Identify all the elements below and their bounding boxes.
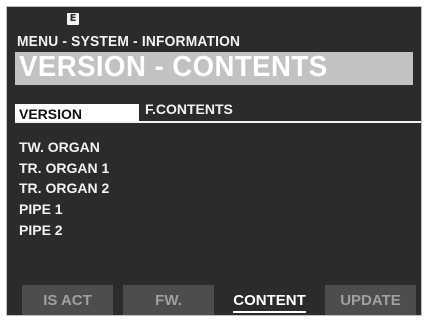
e-indicator-icon: E: [67, 13, 79, 25]
title-bar: VERSION - CONTENTS: [15, 51, 413, 85]
list-item-pipe-2: PIPE 2: [19, 221, 63, 238]
tab-is-act-label: IS ACT: [43, 292, 92, 309]
list-item-tr-organ-1: TR. ORGAN 1: [19, 159, 110, 176]
function-tab-bar: IS ACT FW. CONTENT UPDATE: [22, 285, 418, 315]
page-title: VERSION - CONTENTS: [19, 51, 328, 83]
tab-update-label: UPDATE: [340, 292, 401, 309]
subtab-version-label: VERSION: [19, 106, 83, 122]
list-item-tr-organ-2: TR. ORGAN 2: [19, 180, 110, 197]
menu-breadcrumb: MENU - SYSTEM - INFORMATION: [17, 33, 241, 50]
tab-content[interactable]: CONTENT: [224, 285, 315, 315]
tab-content-label: CONTENT: [233, 292, 306, 313]
subtab-f-contents[interactable]: F.CONTENTS: [145, 101, 233, 117]
tab-update[interactable]: UPDATE: [325, 285, 416, 315]
tab-is-act[interactable]: IS ACT: [22, 285, 113, 315]
tab-fw[interactable]: FW.: [123, 285, 214, 315]
contents-list: TW. ORGAN TR. ORGAN 1 TR. ORGAN 2 PIPE 1…: [19, 137, 109, 240]
lcd-screen: E MENU - SYSTEM - INFORMATION VERSION - …: [6, 6, 422, 316]
subtab-divider: [15, 121, 421, 123]
tab-fw-label: FW.: [155, 292, 182, 309]
list-item-tw-organ: TW. ORGAN: [19, 139, 100, 155]
list-item-pipe-1: PIPE 1: [19, 201, 63, 218]
